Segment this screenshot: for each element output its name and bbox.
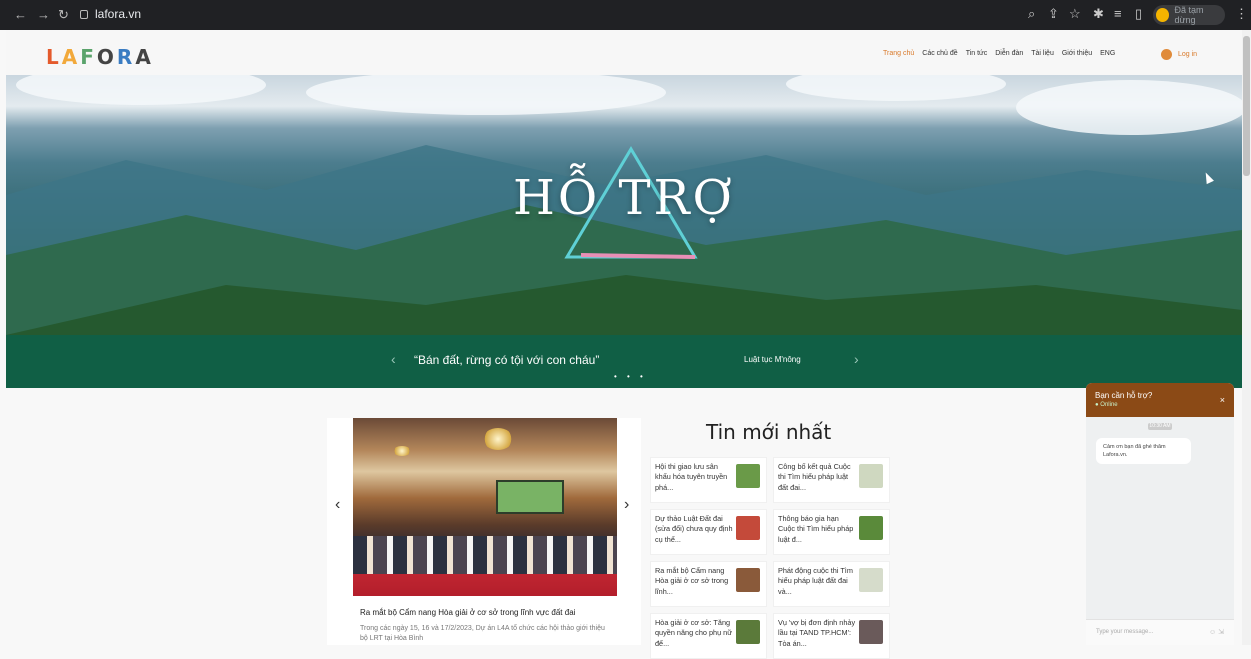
login-button[interactable]: Log in: [1161, 49, 1197, 60]
featured-title[interactable]: Ra mắt bộ Cẩm nang Hòa giải ở cơ sở tron…: [360, 608, 575, 617]
sidebar-icon[interactable]: ▯: [1135, 6, 1142, 22]
news-title[interactable]: Phát động cuộc thi Tìm hiểu pháp luật đấ…: [778, 566, 856, 606]
news-thumbnail[interactable]: [736, 516, 760, 540]
news-card[interactable]: Dự thảo Luật Đất đai (sửa đổi) chưa quy …: [650, 509, 767, 555]
close-icon[interactable]: ×: [1220, 395, 1225, 405]
chat-title: Bạn cần hỗ trợ?: [1095, 391, 1153, 400]
news-thumbnail[interactable]: [859, 516, 883, 540]
news-thumbnail[interactable]: [859, 568, 883, 592]
news-card[interactable]: Phát động cuộc thi Tìm hiểu pháp luật đấ…: [773, 561, 890, 607]
news-title[interactable]: Thông báo gia hạn Cuộc thi Tìm hiểu pháp…: [778, 514, 856, 554]
login-label: Log in: [1178, 51, 1198, 58]
news-thumbnail[interactable]: [859, 620, 883, 644]
address-bar[interactable]: lafora.vn: [80, 7, 141, 21]
nav-item-documents[interactable]: Tài liệu: [1031, 50, 1054, 57]
lock-icon: [80, 9, 88, 19]
cloud: [306, 75, 666, 115]
news-title[interactable]: Hội thi giao lưu sân khấu hóa tuyên truy…: [655, 462, 733, 502]
cloud: [16, 75, 266, 105]
site-header: LAFORA Trang chủ Các chủ đề Tin tức Diễn…: [6, 30, 1242, 75]
news-card[interactable]: Công bố kết quả Cuộc thi Tìm hiểu pháp l…: [773, 457, 890, 503]
featured-image[interactable]: [353, 418, 617, 596]
news-thumbnail[interactable]: [859, 464, 883, 488]
chat-timestamp: 10:30 AM: [1148, 423, 1172, 430]
support-chat-widget[interactable]: Bạn cần hỗ trợ? ● Online × 10:30 AM Cảm …: [1086, 383, 1234, 645]
nav-item-home[interactable]: Trang chủ: [883, 50, 914, 57]
featured-prev-icon[interactable]: ‹: [335, 496, 340, 514]
news-card[interactable]: Ra mắt bộ Cẩm nang Hòa giải ở cơ sở tron…: [650, 561, 767, 607]
news-title[interactable]: Hòa giải ở cơ sở: Tăng quyền năng cho ph…: [655, 618, 733, 658]
news-title[interactable]: Dự thảo Luật Đất đai (sửa đổi) chưa quy …: [655, 514, 733, 554]
forward-icon[interactable]: →: [37, 7, 50, 22]
carousel-next-icon[interactable]: ›: [854, 351, 859, 367]
chat-message: Cảm ơn bạn đã ghé thăm Lafora.vn.: [1096, 438, 1191, 464]
news-thumbnail[interactable]: [736, 620, 760, 644]
chat-input-placeholder[interactable]: Type your message...: [1096, 629, 1153, 635]
chat-status: ● Online: [1095, 402, 1118, 408]
news-title[interactable]: Ra mắt bộ Cẩm nang Hòa giải ở cơ sở tron…: [655, 566, 733, 606]
reload-icon[interactable]: ↻: [58, 7, 69, 23]
ceiling-light: [393, 446, 411, 456]
nav-item-news[interactable]: Tin tức: [966, 50, 988, 57]
news-title[interactable]: Vụ 'vợ bị đơn định nhảy lầu tại TAND TP.…: [778, 618, 856, 658]
avatar: [1156, 8, 1170, 22]
news-thumbnail[interactable]: [736, 568, 760, 592]
chat-header: Bạn cần hỗ trợ? ● Online: [1086, 383, 1234, 417]
audience: [353, 536, 617, 574]
scrollbar-thumb[interactable]: [1243, 36, 1250, 176]
site-logo[interactable]: LAFORA: [46, 45, 154, 69]
nav-item-about[interactable]: Giới thiệu: [1062, 50, 1092, 57]
page-scrollbar[interactable]: [1242, 30, 1251, 645]
star-icon[interactable]: ☆: [1069, 6, 1081, 22]
news-thumbnail[interactable]: [736, 464, 760, 488]
news-card[interactable]: Thông báo gia hạn Cuộc thi Tìm hiểu pháp…: [773, 509, 890, 555]
hero-banner: HỖ TRỢ ‹ “Bán đất, rừng có tội với con c…: [6, 75, 1242, 388]
nav-item-topics[interactable]: Các chủ đề: [922, 50, 957, 57]
nav-item-forum[interactable]: Diễn đàn: [995, 50, 1023, 57]
hero-source: Luật tục M'nông: [744, 355, 801, 364]
featured-article[interactable]: ‹ › Ra mắt bộ Cẩm nang Hòa giải ở cơ sở …: [327, 418, 641, 645]
news-card[interactable]: Hội thi giao lưu sân khấu hóa tuyên truy…: [650, 457, 767, 503]
back-icon[interactable]: ←: [14, 7, 27, 22]
cloud: [1016, 80, 1242, 135]
menu-icon[interactable]: ⋮: [1235, 6, 1248, 22]
latest-news-heading: Tin mới nhất: [706, 420, 832, 444]
nav-item-language[interactable]: ENG: [1100, 50, 1115, 57]
news-title[interactable]: Công bố kết quả Cuộc thi Tìm hiểu pháp l…: [778, 462, 856, 502]
news-card[interactable]: Vụ 'vợ bị đơn định nhảy lầu tại TAND TP.…: [773, 613, 890, 659]
zoom-icon[interactable]: ⌕: [1028, 6, 1035, 22]
carousel-dots[interactable]: • • •: [614, 372, 647, 381]
chandelier: [483, 428, 513, 450]
carousel-prev-icon[interactable]: ‹: [391, 351, 396, 367]
extension-icon[interactable]: ✱: [1093, 6, 1104, 22]
url-text[interactable]: lafora.vn: [95, 7, 141, 21]
main-nav: Trang chủ Các chủ đề Tin tức Diễn đàn Tà…: [883, 50, 1115, 57]
profile-status: Đã tạm dừng: [1174, 5, 1204, 25]
featured-next-icon[interactable]: ›: [624, 496, 629, 514]
hero-title: HỖ TRỢ: [513, 170, 735, 226]
browser-toolbar: ← → ↻ lafora.vn ⌕ ⇪ ☆ ✱ ≡ ▯ Đã tạm dừng …: [0, 0, 1251, 30]
emoji-icon[interactable]: ☺ ⇲: [1209, 628, 1224, 636]
hero-quote: “Bán đất, rừng có tội với con cháu”: [414, 353, 600, 367]
projector-screen: [496, 480, 564, 514]
user-icon: [1161, 49, 1172, 60]
playlist-icon[interactable]: ≡: [1114, 6, 1122, 21]
news-card[interactable]: Hòa giải ở cơ sở: Tăng quyền năng cho ph…: [650, 613, 767, 659]
cloud: [786, 75, 1006, 101]
chat-status-label: Online: [1100, 402, 1118, 408]
hero-caption: ‹ “Bán đất, rừng có tội với con cháu” Lu…: [6, 335, 1242, 388]
chat-message-input[interactable]: Type your message... ☺ ⇲: [1086, 619, 1234, 645]
latest-news-grid: Hội thi giao lưu sân khấu hóa tuyên truy…: [650, 457, 890, 659]
profile-button[interactable]: Đã tạm dừng: [1153, 5, 1225, 25]
featured-description: Trong các ngày 15, 16 và 17/2/2023, Dự á…: [360, 625, 605, 642]
share-icon[interactable]: ⇪: [1048, 6, 1059, 22]
